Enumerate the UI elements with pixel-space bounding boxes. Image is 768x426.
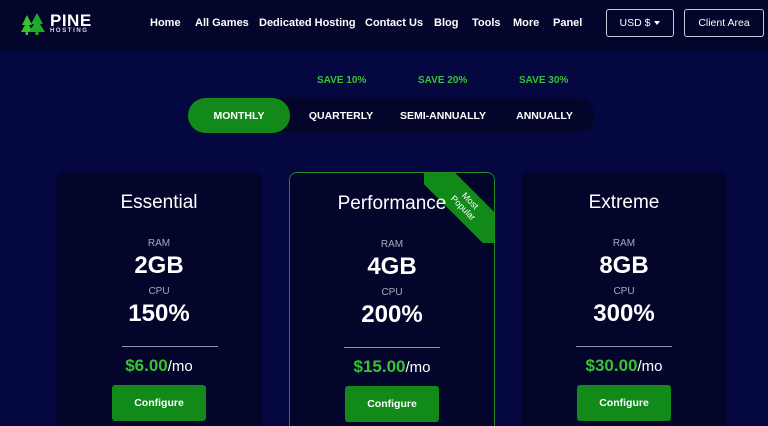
ram-label: RAM: [380, 239, 404, 250]
billing-semi-annually[interactable]: SEMI-ANNUALLY: [392, 98, 494, 133]
billing-cycle-toggle: MONTHLY QUARTERLY SEMI-ANNUALLY ANNUALLY: [188, 98, 595, 133]
ram-value: 8GB: [599, 252, 649, 279]
client-area-label: Client Area: [698, 17, 750, 29]
brand-subtitle: HOSTING: [50, 28, 89, 34]
billing-quarterly[interactable]: QUARTERLY: [290, 98, 392, 133]
cpu-value: 300%: [593, 300, 655, 327]
plan-card-essential: Essential RAM 2GB CPU 150% $6.00/mo Conf…: [56, 172, 262, 426]
ram-value: 4GB: [367, 253, 417, 280]
divider: [576, 346, 672, 347]
billing-annually[interactable]: ANNUALLY: [494, 98, 595, 133]
price-amount: $30.00: [585, 356, 638, 375]
configure-button[interactable]: Configure: [112, 385, 206, 421]
ram-value: 2GB: [134, 252, 184, 279]
nav-home[interactable]: Home: [150, 17, 181, 29]
nav-all-games[interactable]: All Games: [195, 17, 249, 29]
save-semiannual-label: SAVE 20%: [418, 75, 468, 86]
caret-down-icon: [654, 21, 661, 25]
pine-trees-icon: [21, 13, 45, 35]
configure-button[interactable]: Configure: [345, 386, 439, 422]
save-quarterly-label: SAVE 10%: [317, 75, 367, 86]
ram-label: RAM: [147, 238, 171, 249]
nav-blog[interactable]: Blog: [434, 17, 458, 29]
price-unit: /mo: [637, 358, 663, 375]
nav-contact-us[interactable]: Contact Us: [365, 17, 423, 29]
currency-label: USD $: [619, 17, 651, 29]
price-amount: $15.00: [353, 357, 406, 376]
plan-name: Essential: [120, 192, 198, 213]
cpu-label: CPU: [613, 286, 635, 297]
plan-card-performance: Most Popular Performance RAM 4GB CPU 200…: [289, 172, 495, 426]
cpu-label: CPU: [381, 287, 403, 298]
cpu-value: 200%: [361, 301, 423, 328]
top-nav: PINE HOSTING Home All Games Dedicated Ho…: [0, 0, 768, 50]
logo[interactable]: PINE HOSTING: [20, 11, 100, 37]
price-unit: /mo: [167, 358, 193, 375]
currency-select[interactable]: USD $: [606, 9, 674, 37]
plan-name: Performance: [337, 193, 447, 214]
nav-more[interactable]: More: [513, 17, 539, 29]
cpu-value: 150%: [128, 300, 190, 327]
plan-name: Extreme: [588, 192, 660, 213]
client-area-button[interactable]: Client Area: [684, 9, 764, 37]
nav-panel[interactable]: Panel: [553, 17, 582, 29]
nav-tools[interactable]: Tools: [472, 17, 501, 29]
price: $6.00/mo: [56, 356, 262, 376]
ram-label: RAM: [612, 238, 636, 249]
cpu-label: CPU: [148, 286, 170, 297]
save-annual-label: SAVE 30%: [519, 75, 569, 86]
billing-monthly[interactable]: MONTHLY: [188, 98, 290, 133]
divider: [122, 346, 218, 347]
plan-card-extreme: Extreme RAM 8GB CPU 300% $30.00/mo Confi…: [521, 172, 727, 426]
price-amount: $6.00: [125, 356, 168, 375]
price: $30.00/mo: [521, 356, 727, 376]
price-unit: /mo: [405, 359, 431, 376]
configure-button[interactable]: Configure: [577, 385, 671, 421]
divider: [344, 347, 440, 348]
price: $15.00/mo: [290, 357, 494, 377]
nav-dedicated-hosting[interactable]: Dedicated Hosting: [259, 17, 356, 29]
